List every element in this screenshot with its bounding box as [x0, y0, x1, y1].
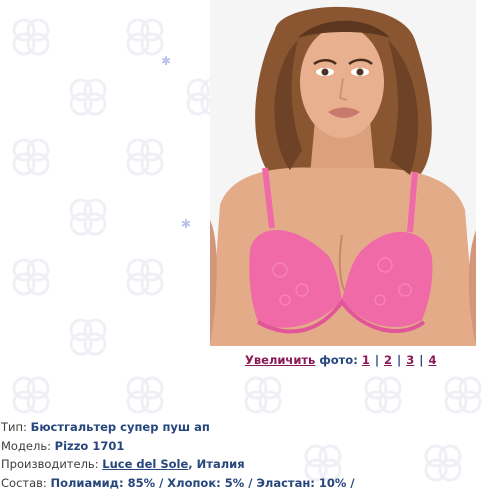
snowflake-icon: ✱ — [161, 54, 172, 68]
model-value: Pizzo 1701 — [54, 438, 125, 453]
spec-row-maker: Производитель: Luce del Sole, Италия — [1, 455, 355, 474]
model-photo-image — [210, 0, 476, 346]
ornament-icon — [424, 444, 462, 482]
type-value: Бюстгальтер супер пуш ап — [30, 420, 210, 434]
spec-row-model: Модель: Pizzo 1701 — [1, 437, 355, 456]
ornament-icon — [69, 198, 107, 236]
enlarge-link[interactable]: Увеличить — [245, 353, 315, 367]
maker-label: Производитель: — [1, 457, 103, 472]
ornament-icon — [69, 318, 107, 356]
photo-page-link-2[interactable]: 2 — [384, 353, 392, 367]
ornament-icon — [12, 376, 50, 414]
ornament-icon — [12, 138, 50, 176]
ornament-icon — [126, 138, 164, 176]
photo-label: фото: — [315, 353, 362, 367]
product-specs: Тип: Бюстгальтер супер пуш ап Модель: Pi… — [1, 418, 355, 492]
ornament-icon — [69, 78, 107, 116]
composition-value: Полиамид: 85% / Хлопок: 5% / Эластан: 10… — [50, 475, 355, 490]
ornament-icon — [12, 258, 50, 296]
ornament-icon — [12, 18, 50, 56]
maker-link[interactable]: Luce del Sole — [102, 457, 188, 471]
photo-page-link-4[interactable]: 4 — [428, 353, 436, 367]
ornament-icon — [244, 376, 282, 414]
ornament-icon — [126, 258, 164, 296]
maker-country: , Италия — [188, 457, 245, 472]
photo-page-link-1[interactable]: 1 — [362, 353, 370, 367]
composition-label: Состав: — [1, 475, 51, 490]
separator: | — [397, 353, 402, 367]
separator: | — [419, 353, 424, 367]
product-photo[interactable] — [210, 0, 476, 346]
spec-row-type: Тип: Бюстгальтер супер пуш ап — [1, 418, 355, 437]
separator: | — [374, 353, 380, 367]
ornament-icon — [444, 376, 482, 414]
photo-navigation: Увеличить фото: 1 | 2 | 3 | 4 — [245, 353, 436, 367]
ornament-icon — [364, 376, 402, 414]
spec-row-composition: Состав: Полиамид: 85% / Хлопок: 5% / Эла… — [1, 474, 355, 493]
snowflake-icon: ✱ — [181, 217, 192, 231]
model-label: Модель: — [1, 438, 55, 453]
ornament-icon — [126, 376, 164, 414]
type-label: Тип: — [1, 420, 31, 434]
